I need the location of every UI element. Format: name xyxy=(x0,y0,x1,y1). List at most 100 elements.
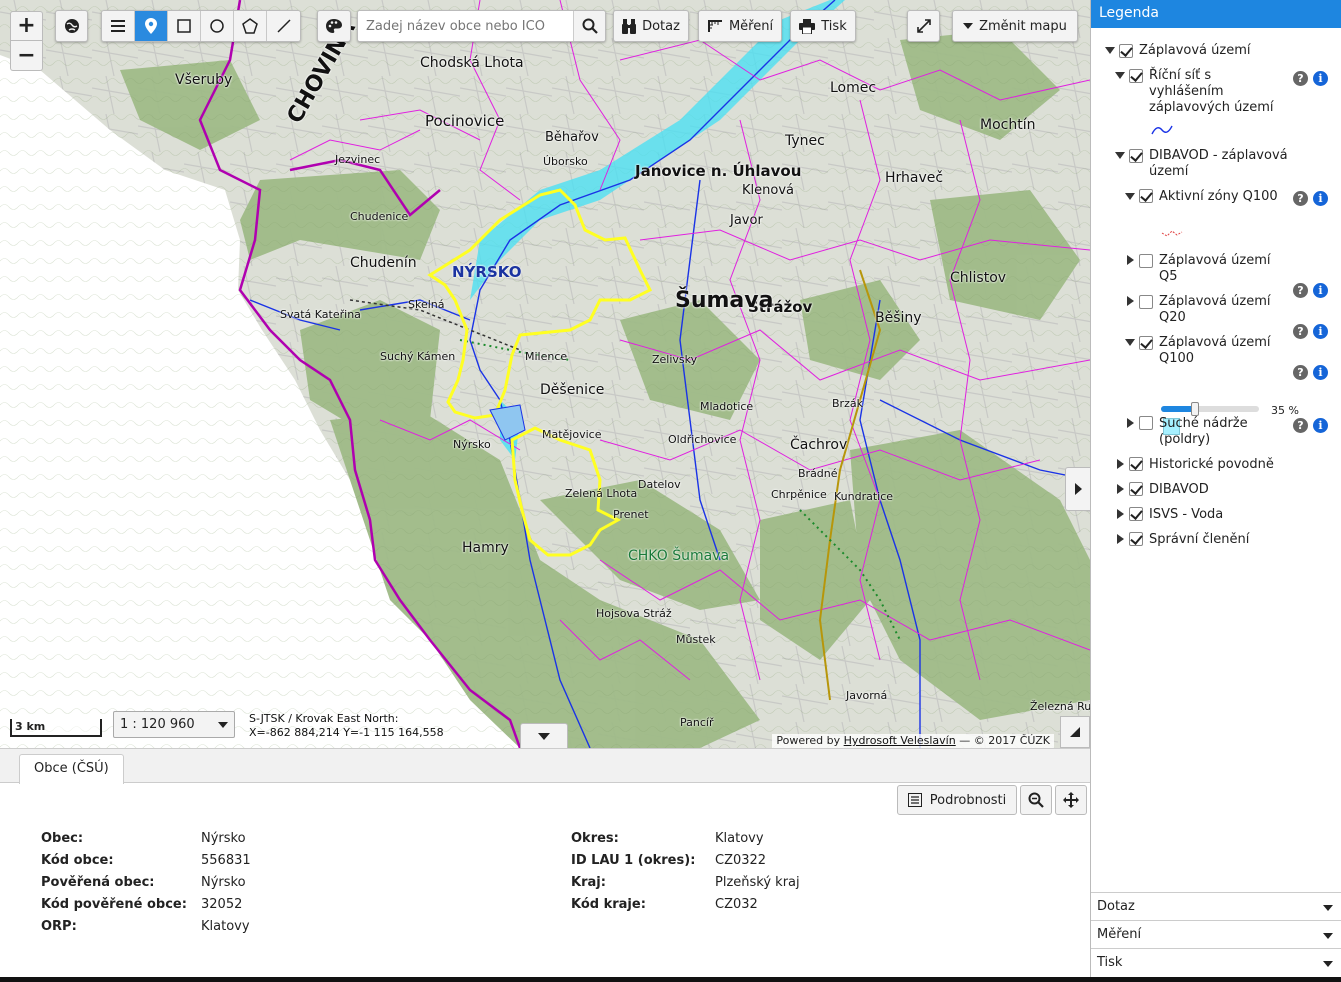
info-icon[interactable]: i xyxy=(1313,191,1328,206)
palette-icon xyxy=(326,19,342,33)
attribute-panel: Obce (ČSÚ) Podrobnosti Obec: Nýrsko Kód … xyxy=(0,748,1090,982)
accordion-mereni[interactable]: Měření xyxy=(1091,920,1341,948)
layer-checkbox-ricni-sit[interactable] xyxy=(1129,69,1143,83)
info-icon[interactable]: i xyxy=(1313,283,1328,298)
app-root: CHOVINA Všeruby Chodská Lhota Pocinovice Jez… xyxy=(0,0,1341,982)
collapse-bottom-panel-button[interactable] xyxy=(520,723,568,748)
legend-panel: Legenda Záplavová území Říční síť s vyhl… xyxy=(1090,0,1341,982)
info-icon[interactable]: i xyxy=(1313,418,1328,433)
menu-icon xyxy=(111,20,125,32)
attr-key-kod-kraje: Kód kraje: xyxy=(571,897,646,912)
expand-toggle-icon[interactable] xyxy=(1117,509,1124,519)
attr-key-obec: Obec: xyxy=(41,831,84,846)
binoculars-icon xyxy=(622,19,637,34)
select-rectangle-button[interactable] xyxy=(168,11,201,41)
help-icon[interactable]: ? xyxy=(1293,365,1308,380)
river-symbol-icon xyxy=(1151,125,1173,135)
collapse-legend-button[interactable] xyxy=(1065,467,1090,511)
accordion-tisk-label: Tisk xyxy=(1097,955,1123,970)
map-canvas[interactable] xyxy=(0,0,1090,748)
expand-toggle-icon[interactable] xyxy=(1127,255,1134,265)
style-button[interactable] xyxy=(317,10,351,42)
caret-down-icon xyxy=(1323,905,1333,911)
scale-value: 1 : 120 960 xyxy=(120,717,195,732)
help-icon[interactable]: ? xyxy=(1293,71,1308,86)
attribution-link[interactable]: Hydrosoft Veleslavín xyxy=(844,734,956,747)
dotaz-button[interactable]: Dotaz xyxy=(613,10,689,42)
list-icon xyxy=(907,793,922,807)
layer-checkbox-q5[interactable] xyxy=(1139,254,1153,268)
attribution-prefix: Powered by xyxy=(776,734,841,747)
coords-system: S-JTSK / Krovak East North: xyxy=(249,712,399,725)
opacity-slider-handle[interactable] xyxy=(1191,402,1200,416)
drawing-tools-group xyxy=(101,10,301,42)
map-view[interactable]: CHOVINA Všeruby Chodská Lhota Pocinovice Jez… xyxy=(0,0,1090,748)
accordion-tisk[interactable]: Tisk xyxy=(1091,948,1341,976)
fullscreen-button[interactable] xyxy=(907,10,940,42)
expand-toggle-icon[interactable] xyxy=(1117,459,1124,469)
zoom-to-feature-button[interactable] xyxy=(1020,785,1052,815)
pan-to-feature-button[interactable] xyxy=(1055,785,1087,815)
attr-value-id-lau: CZ0322 xyxy=(715,853,767,868)
globe-button[interactable] xyxy=(55,10,88,42)
legend-tree: Záplavová území Říční síť s vyhlášením z… xyxy=(1091,28,1341,890)
scale-select[interactable]: 1 : 120 960 xyxy=(113,711,235,738)
opacity-slider[interactable] xyxy=(1161,402,1259,416)
change-map-button[interactable]: Změnit mapu xyxy=(952,10,1078,42)
menu-button[interactable] xyxy=(102,11,135,41)
expand-toggle-icon[interactable] xyxy=(1127,296,1134,306)
layer-label-dibavod-zaplavova: DIBAVOD - záplavová území xyxy=(1149,148,1288,179)
accordion-dotaz-label: Dotaz xyxy=(1097,899,1135,914)
window-bottom-edge xyxy=(0,977,1341,982)
expand-toggle-icon[interactable] xyxy=(1115,72,1125,79)
expand-toggle-icon[interactable] xyxy=(1117,534,1124,544)
info-icon[interactable]: i xyxy=(1313,71,1328,86)
accordion-mereni-label: Měření xyxy=(1097,927,1142,942)
help-icon[interactable]: ? xyxy=(1293,418,1308,433)
caret-right-icon xyxy=(1074,483,1082,495)
coordinates-readout: S-JTSK / Krovak East North: X=-862 884,2… xyxy=(249,712,444,740)
layer-checkbox-aktivni-zony[interactable] xyxy=(1139,189,1153,203)
expand-toggle-icon[interactable] xyxy=(1115,152,1125,159)
layer-checkbox-dibavod-zaplavova[interactable] xyxy=(1129,149,1143,163)
legend-title[interactable]: Legenda xyxy=(1091,0,1341,28)
info-icon[interactable]: i xyxy=(1313,324,1328,339)
expand-toggle-icon[interactable] xyxy=(1105,47,1115,54)
layer-checkbox-dibavod[interactable] xyxy=(1129,482,1143,496)
layer-checkbox-spravni-cleneni[interactable] xyxy=(1129,532,1143,546)
select-line-button[interactable] xyxy=(267,11,300,41)
podrobnosti-button[interactable]: Podrobnosti xyxy=(897,785,1017,815)
expand-toggle-icon[interactable] xyxy=(1125,339,1135,346)
identify-point-button[interactable] xyxy=(135,11,168,41)
podrobnosti-label: Podrobnosti xyxy=(929,792,1007,808)
help-icon[interactable]: ? xyxy=(1293,324,1308,339)
map-marker-icon xyxy=(145,18,157,34)
search-input[interactable] xyxy=(358,11,573,41)
attr-value-okres: Klatovy xyxy=(715,831,764,846)
expand-toggle-icon[interactable] xyxy=(1127,418,1134,428)
accordion-dotaz[interactable]: Dotaz xyxy=(1091,892,1341,920)
corner-arrow-icon xyxy=(1070,727,1080,737)
select-circle-button[interactable] xyxy=(201,11,234,41)
search-button[interactable] xyxy=(573,11,605,41)
expand-toggle-icon[interactable] xyxy=(1125,193,1135,200)
help-icon[interactable]: ? xyxy=(1293,191,1308,206)
select-polygon-button[interactable] xyxy=(234,11,267,41)
zoom-in-button[interactable]: + xyxy=(10,11,43,41)
layer-checkbox-suche-nadrze[interactable] xyxy=(1139,416,1153,430)
layer-checkbox-zaplavova-uzemi[interactable] xyxy=(1119,44,1133,58)
tab-obce[interactable]: Obce (ČSÚ) xyxy=(19,754,124,784)
tisk-button[interactable]: Tisk xyxy=(790,10,856,42)
mereni-button[interactable]: Měření xyxy=(698,10,782,42)
help-icon[interactable]: ? xyxy=(1293,283,1308,298)
printer-icon xyxy=(799,18,816,34)
zoom-out-button[interactable]: − xyxy=(10,41,43,71)
overview-map-button[interactable] xyxy=(1060,716,1090,748)
layer-checkbox-isvs-voda[interactable] xyxy=(1129,507,1143,521)
expand-toggle-icon[interactable] xyxy=(1117,484,1124,494)
layer-checkbox-q100[interactable] xyxy=(1139,336,1153,350)
layer-checkbox-historicke-povodne[interactable] xyxy=(1129,457,1143,471)
layer-checkbox-q20[interactable] xyxy=(1139,295,1153,309)
info-icon[interactable]: i xyxy=(1313,365,1328,380)
attr-value-kod-poverene-obce: 32052 xyxy=(201,897,243,912)
